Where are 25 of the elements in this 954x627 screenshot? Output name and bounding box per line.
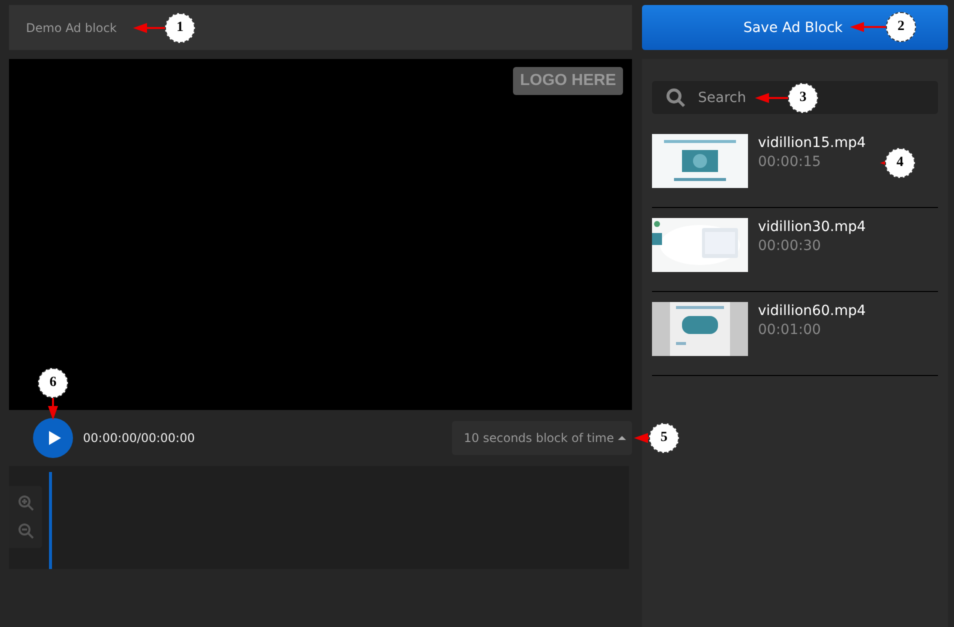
- block-dropdown[interactable]: 10 seconds block of time: [452, 421, 632, 455]
- zoom-out-icon: [18, 523, 34, 539]
- zoom-out-button[interactable]: [16, 521, 36, 541]
- time-display: 00:00:00/00:00:00: [83, 431, 195, 445]
- pointer-arrow: [133, 23, 165, 33]
- video-item[interactable]: vidillion30.mp4 00:00:30: [652, 208, 938, 292]
- pointer-arrow: [634, 433, 649, 443]
- play-icon: [48, 431, 60, 445]
- pointer-arrow: [755, 93, 788, 103]
- pointer-arrow: [48, 398, 58, 420]
- play-button[interactable]: [33, 418, 73, 458]
- video-name: vidillion60.mp4: [758, 302, 866, 321]
- zoom-in-icon: [18, 495, 34, 511]
- video-item[interactable]: vidillion60.mp4 00:01:00: [652, 292, 938, 376]
- ad-block-title: Demo Ad block: [26, 20, 117, 34]
- caret-icon: [618, 436, 626, 440]
- search-icon: [666, 88, 686, 108]
- logo-badge: LOGO HERE: [512, 67, 623, 95]
- video-name: vidillion30.mp4: [758, 218, 866, 237]
- video-duration: 00:00:15: [758, 153, 821, 172]
- pointer-arrow: [850, 22, 886, 32]
- zoom-in-button[interactable]: [16, 493, 36, 513]
- video-duration: 00:01:00: [758, 321, 821, 340]
- video-duration: 00:00:30: [758, 237, 821, 256]
- video-name: vidillion15.mp4: [758, 134, 866, 153]
